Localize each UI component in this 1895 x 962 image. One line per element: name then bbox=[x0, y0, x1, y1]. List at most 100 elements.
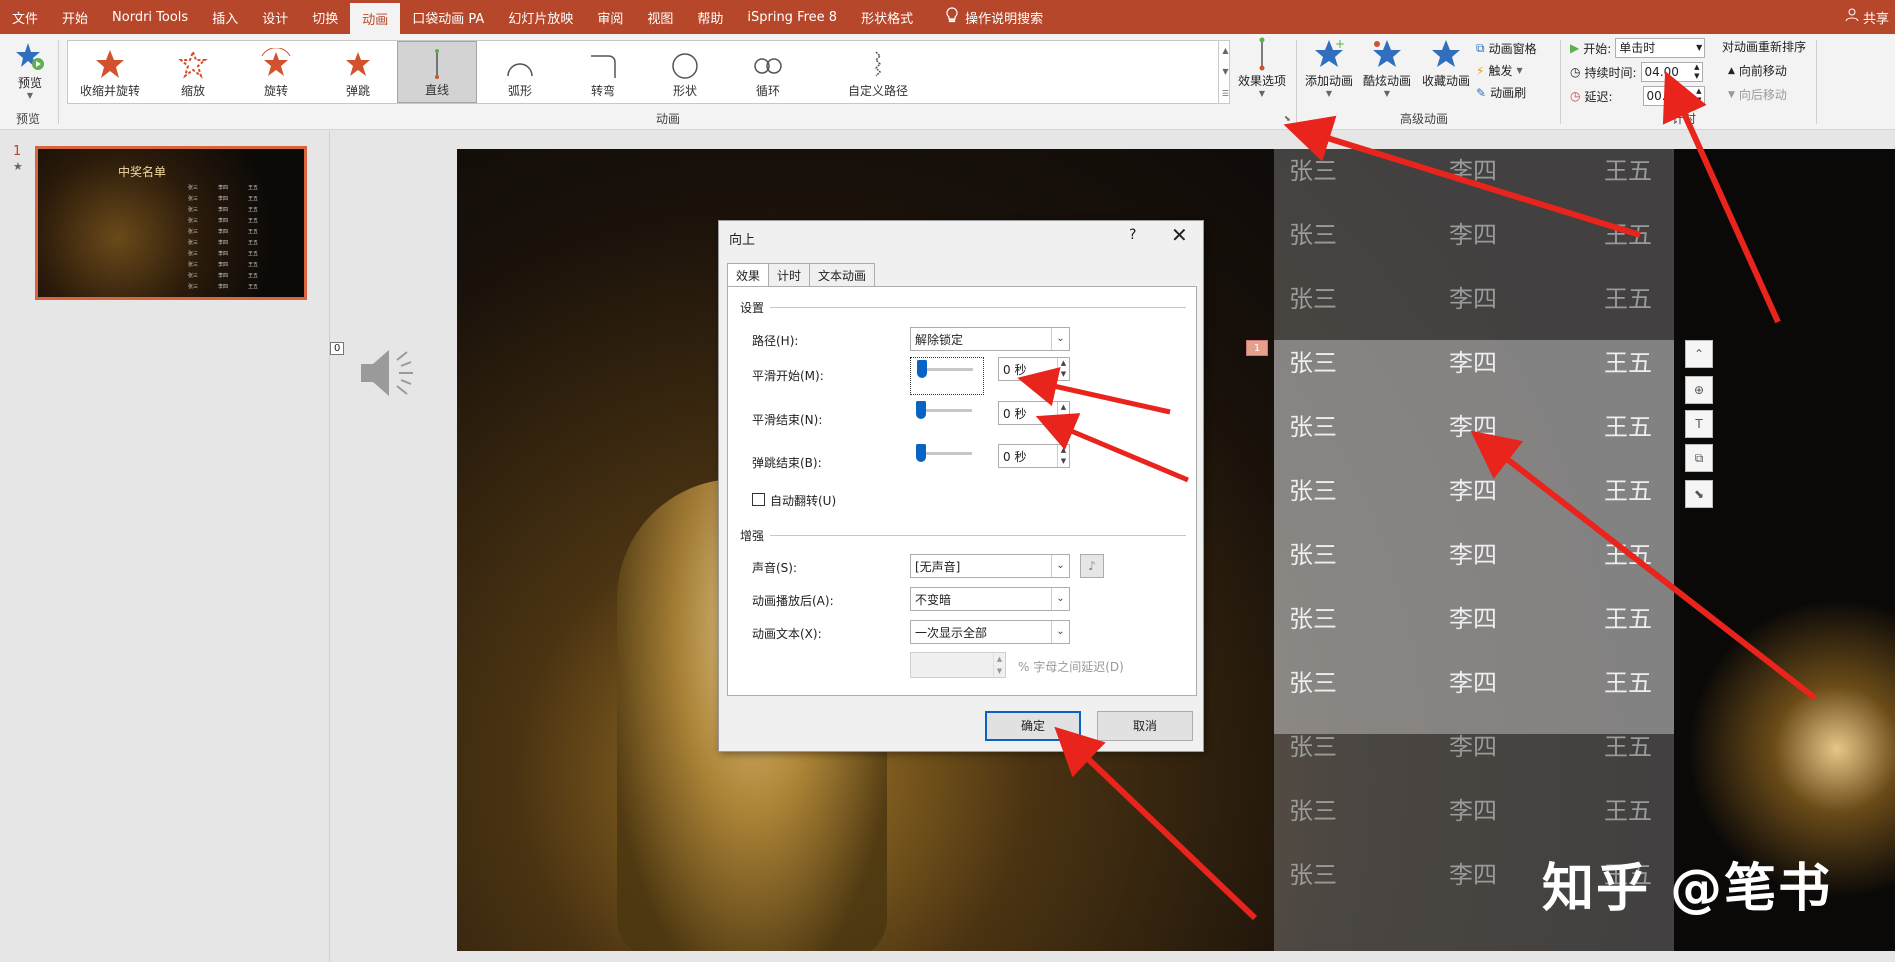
tab-timing[interactable]: 计时 bbox=[768, 263, 811, 287]
effect-options-label: 效果选项 bbox=[1237, 74, 1286, 88]
tab-insert[interactable]: 插入 bbox=[200, 0, 250, 34]
tab-file[interactable]: 文件 bbox=[0, 0, 50, 34]
close-icon[interactable]: ✕ bbox=[1171, 223, 1188, 247]
focus-icon[interactable]: ⊕ bbox=[1685, 376, 1713, 404]
line-path-icon bbox=[435, 49, 439, 79]
scroll-down-icon[interactable]: ▼ bbox=[1222, 67, 1228, 76]
gallery-arc[interactable]: 弧形 bbox=[480, 41, 560, 103]
thumb-name-cell: 李四 bbox=[218, 240, 229, 246]
slider-thumb[interactable] bbox=[916, 444, 926, 462]
gallery-label: 旋转 bbox=[263, 84, 288, 98]
name-row: 张三 李四 王五 bbox=[1274, 791, 1674, 825]
tab-animations[interactable]: 动画 bbox=[350, 3, 401, 34]
move-later-button[interactable]: ▼ 向后移动 bbox=[1728, 86, 1787, 103]
collapse-icon[interactable]: ⌃ bbox=[1685, 340, 1713, 368]
gallery-spin[interactable]: 旋转 bbox=[236, 41, 316, 103]
help-icon[interactable]: ? bbox=[1129, 227, 1136, 243]
arrange-icon[interactable]: ⧉ bbox=[1685, 444, 1713, 472]
slide-thumbnail[interactable]: 中奖名单 张三 李四 王五 张三 李四 王五 张三 李四 王五 张三 李四 王五 张三 李四 王五 张三 李四王… bbox=[35, 146, 307, 300]
tab-design[interactable]: 设计 bbox=[250, 0, 300, 34]
name-cell: 李四 bbox=[1449, 157, 1497, 185]
thumb-name-cell: 王五 bbox=[248, 273, 259, 279]
text-box-icon[interactable]: T bbox=[1685, 410, 1713, 438]
animation-group-label: 动画 bbox=[656, 112, 681, 126]
tab-review[interactable]: 审阅 bbox=[585, 0, 635, 34]
animation-painter-button[interactable]: ✎ 动画刷 bbox=[1476, 84, 1526, 101]
preview-group-label: 预览 bbox=[16, 112, 41, 126]
spinner-arrows-icon[interactable]: ▲ ▼ bbox=[1057, 358, 1069, 380]
scroll-up-icon[interactable]: ▲ bbox=[1222, 46, 1228, 55]
slider-thumb[interactable] bbox=[916, 401, 926, 419]
duration-label: 持续时间: bbox=[1584, 65, 1637, 80]
tab-home[interactable]: 开始 bbox=[50, 0, 100, 34]
gallery-loop[interactable]: 循环 bbox=[728, 41, 808, 103]
spinner-arrows-icon[interactable]: ▲ ▼ bbox=[1057, 402, 1069, 424]
volume-icon[interactable]: ♪ bbox=[1080, 554, 1104, 578]
preview-button[interactable]: 预览 ▼ bbox=[8, 38, 52, 100]
spinner-arrows-icon[interactable]: ▲ ▼ bbox=[1696, 87, 1701, 105]
cancel-button[interactable]: 取消 bbox=[1097, 711, 1193, 741]
slider-thumb[interactable] bbox=[917, 360, 927, 378]
gallery-shape[interactable]: 形状 bbox=[645, 41, 725, 103]
bounce-end-slider[interactable] bbox=[910, 442, 984, 470]
share-button[interactable]: 共享 bbox=[1845, 0, 1889, 34]
delay-spinner[interactable]: 00.00 ▲ ▼ bbox=[1642, 86, 1705, 106]
cool-animation-button[interactable]: 酷炫动画 ▼ bbox=[1360, 36, 1414, 98]
smooth-end-spinner[interactable]: 0 秒 ▲ ▼ bbox=[998, 401, 1070, 425]
animate-text-dropdown[interactable]: 一次显示全部 ⌄ bbox=[910, 620, 1070, 644]
tab-slideshow[interactable]: 幻灯片放映 bbox=[496, 0, 585, 34]
tab-shape-format[interactable]: 形状格式 bbox=[849, 0, 925, 34]
name-cell: 张三 bbox=[1289, 605, 1337, 633]
move-earlier-button[interactable]: ▲ 向前移动 bbox=[1728, 62, 1787, 79]
speaker-icon[interactable] bbox=[355, 338, 425, 408]
gallery-zoom[interactable]: 缩放 bbox=[153, 41, 233, 103]
smooth-end-label: 平滑结束(N): bbox=[752, 413, 823, 427]
spinner-arrows-icon[interactable]: ▲ ▼ bbox=[1694, 63, 1699, 81]
smooth-end-slider[interactable] bbox=[910, 399, 984, 427]
thumb-name-cell: 王五 bbox=[248, 196, 259, 202]
add-animation-button[interactable]: + 添加动画 ▼ bbox=[1302, 36, 1356, 98]
tab-transitions[interactable]: 切换 bbox=[300, 0, 350, 34]
tab-ispring[interactable]: iSpring Free 8 bbox=[735, 0, 849, 34]
gallery-turn[interactable]: 转弯 bbox=[563, 41, 643, 103]
tab-text-animation[interactable]: 文本动画 bbox=[809, 263, 876, 287]
thumb-name-cell: 李四 bbox=[218, 229, 229, 235]
cool-animation-label: 酷炫动画 bbox=[1362, 74, 1411, 88]
more-icon[interactable]: ☰ bbox=[1222, 89, 1229, 98]
spinner-arrows-icon[interactable]: ▲ ▼ bbox=[1057, 445, 1069, 467]
gallery-custom-path[interactable]: 自定义路径 bbox=[828, 41, 928, 103]
name-cell: 王五 bbox=[1604, 605, 1652, 633]
tell-me-search[interactable]: 操作说明搜索 bbox=[925, 0, 1055, 34]
chevron-down-icon: ▼ bbox=[1258, 89, 1266, 98]
gallery-bounce[interactable]: 弹跳 bbox=[318, 41, 398, 103]
tab-pocket-animation[interactable]: 口袋动画 PA bbox=[400, 0, 496, 34]
resize-icon[interactable]: ⬊ bbox=[1685, 480, 1713, 508]
thumb-name-cell: 李四 bbox=[218, 273, 229, 279]
fav-animation-button[interactable]: 收藏动画 bbox=[1418, 36, 1474, 89]
start-dropdown[interactable]: 单击时 ▼ bbox=[1615, 38, 1706, 58]
gallery-scrollbar[interactable]: ▲ ▼ ☰ bbox=[1218, 40, 1232, 104]
name-row: 张三 李四 王五 bbox=[1274, 279, 1674, 313]
auto-reverse-checkbox[interactable] bbox=[752, 493, 765, 506]
animation-pane-button[interactable]: ⧉ 动画窗格 bbox=[1476, 40, 1537, 57]
path-dropdown[interactable]: 解除锁定 ⌄ bbox=[910, 327, 1070, 351]
smooth-start-spinner[interactable]: 0 秒 ▲ ▼ bbox=[998, 357, 1070, 381]
tab-view[interactable]: 视图 bbox=[635, 0, 685, 34]
gallery-label: 直线 bbox=[424, 83, 449, 97]
smooth-start-slider[interactable] bbox=[910, 357, 984, 395]
gallery-shrink-turn[interactable]: 收缩并旋转 bbox=[70, 41, 150, 103]
tab-help[interactable]: 帮助 bbox=[685, 0, 735, 34]
bounce-end-spinner[interactable]: 0 秒 ▲ ▼ bbox=[998, 444, 1070, 468]
gallery-line[interactable]: 直线 bbox=[397, 41, 477, 103]
ok-button[interactable]: 确定 bbox=[985, 711, 1081, 741]
tab-nordri-tools[interactable]: Nordri Tools bbox=[100, 0, 200, 34]
tab-effect[interactable]: 效果 bbox=[727, 263, 770, 287]
effect-options-button[interactable]: 效果选项 ▼ bbox=[1234, 36, 1290, 98]
sound-dropdown[interactable]: [无声音] ⌄ bbox=[910, 554, 1070, 578]
thumb-name-cell: 王五 bbox=[248, 262, 259, 268]
dialog-launcher-icon[interactable]: ⬊ bbox=[1284, 114, 1291, 123]
after-animation-dropdown[interactable]: 不变暗 ⌄ bbox=[910, 587, 1070, 611]
duration-spinner[interactable]: 04.00 ▲ ▼ bbox=[1640, 62, 1703, 82]
trigger-button[interactable]: ⚡ 触发 ▼ bbox=[1476, 62, 1523, 79]
animation-order-tag[interactable]: 1 bbox=[1246, 340, 1268, 356]
